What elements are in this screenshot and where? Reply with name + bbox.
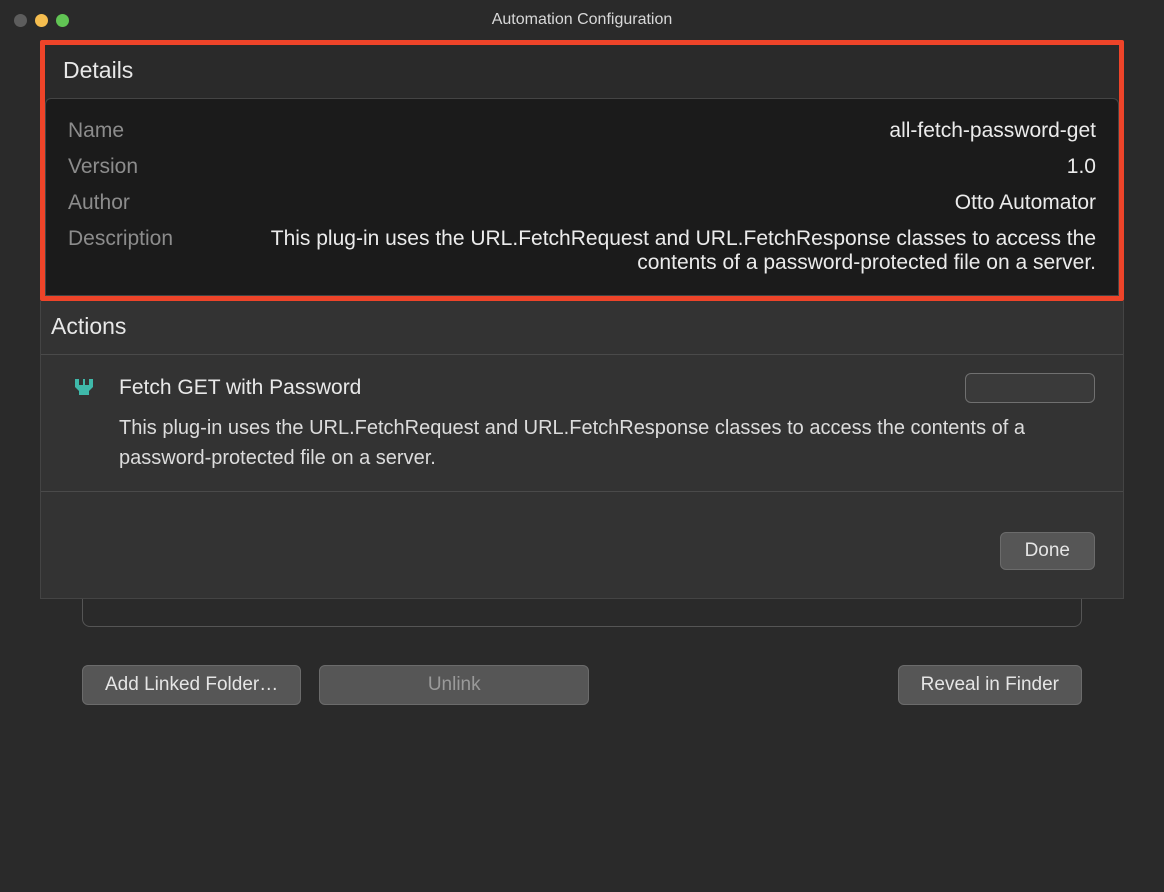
detail-value-name: all-fetch-password-get	[248, 119, 1096, 143]
action-description: This plug-in uses the URL.FetchRequest a…	[119, 413, 1095, 473]
close-icon[interactable]	[14, 14, 27, 27]
detail-label-version: Version	[68, 155, 248, 179]
detail-row-version: Version 1.0	[68, 149, 1096, 185]
unlink-button[interactable]: Unlink	[319, 665, 589, 705]
details-header: Details	[45, 45, 1119, 98]
detail-label-description: Description	[68, 227, 248, 275]
detail-label-author: Author	[68, 191, 248, 215]
action-body: Fetch GET with Password This plug-in use…	[119, 373, 1095, 473]
titlebar: Automation Configuration	[0, 0, 1164, 40]
detail-row-name: Name all-fetch-password-get	[68, 113, 1096, 149]
details-panel: Name all-fetch-password-get Version 1.0 …	[45, 98, 1119, 296]
minimize-icon[interactable]	[35, 14, 48, 27]
window: Automation Configuration Details Name al…	[0, 0, 1164, 892]
reveal-in-finder-button[interactable]: Reveal in Finder	[898, 665, 1082, 705]
details-highlight: Details Name all-fetch-password-get Vers…	[40, 40, 1124, 301]
plugin-icon	[69, 373, 99, 473]
action-title: Fetch GET with Password	[119, 376, 361, 400]
done-button[interactable]: Done	[1000, 532, 1095, 570]
done-row: Done	[41, 492, 1123, 598]
detail-row-description: Description This plug-in uses the URL.Fe…	[68, 221, 1096, 281]
add-linked-folder-button[interactable]: Add Linked Folder…	[82, 665, 301, 705]
detail-row-author: Author Otto Automator	[68, 185, 1096, 221]
main-container: Details Name all-fetch-password-get Vers…	[0, 40, 1164, 892]
traffic-lights	[14, 14, 69, 27]
bottom-buttons: Add Linked Folder… Unlink Reveal in Find…	[40, 627, 1124, 715]
detail-value-version: 1.0	[248, 155, 1096, 179]
details-popover: Details Name all-fetch-password-get Vers…	[40, 40, 1124, 715]
actions-header: Actions	[41, 301, 1123, 355]
detail-label-name: Name	[68, 119, 248, 143]
action-button[interactable]	[965, 373, 1095, 403]
window-title: Automation Configuration	[14, 11, 1150, 29]
underlying-panel-edge	[82, 599, 1082, 627]
action-item: Fetch GET with Password This plug-in use…	[41, 355, 1123, 492]
actions-panel: Actions Fetch GET with Password This plu…	[40, 301, 1124, 599]
action-title-row: Fetch GET with Password	[119, 373, 1095, 403]
zoom-icon[interactable]	[56, 14, 69, 27]
detail-value-author: Otto Automator	[248, 191, 1096, 215]
detail-value-description: This plug-in uses the URL.FetchRequest a…	[248, 227, 1096, 275]
